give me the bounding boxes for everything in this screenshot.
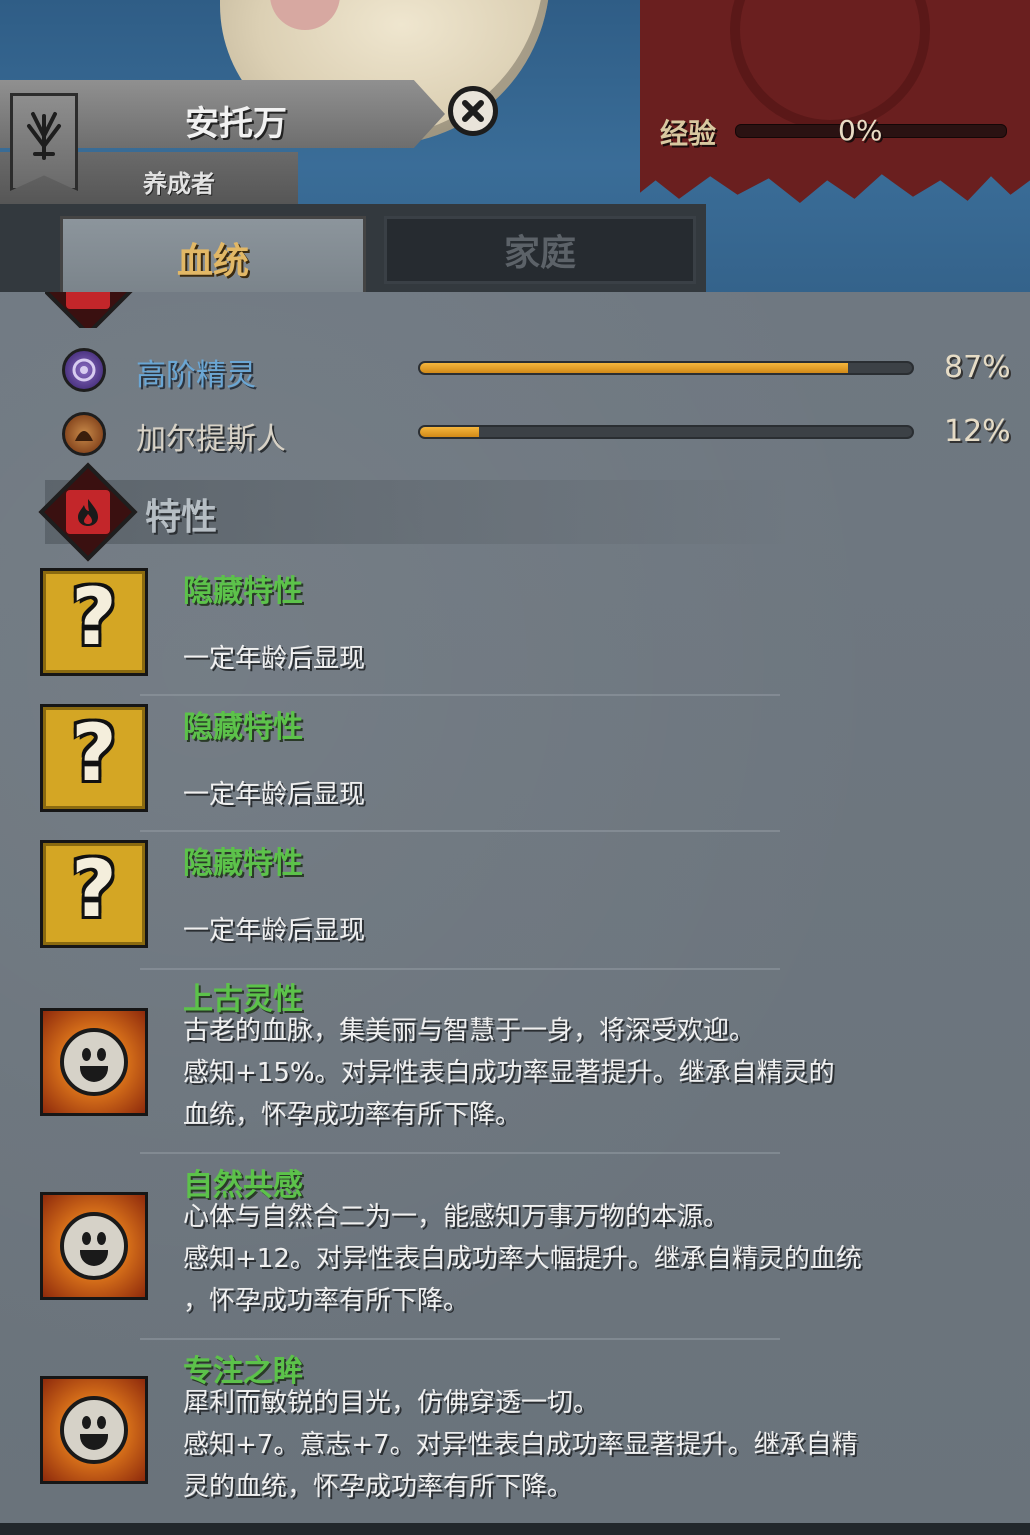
trait-name: 隐藏特性 [183, 710, 303, 745]
race-progress-fill [420, 427, 480, 437]
race-row: 高阶精灵 87% [60, 344, 1020, 398]
high-elf-icon [62, 348, 106, 392]
traits-section-header: 特性 [38, 462, 785, 562]
race-progress-bar [418, 425, 914, 439]
tree-sigil-icon [27, 112, 61, 160]
experience-banner: 经验 0% [640, 0, 1030, 203]
question-mark-icon: ? [40, 704, 148, 812]
smiley-sun-icon [40, 1008, 148, 1116]
trait-description: 一定年龄后显现 [183, 644, 366, 674]
race-progress-fill [420, 363, 849, 373]
question-mark-icon: ? [40, 840, 148, 948]
question-mark-icon: ? [40, 568, 148, 676]
celtic-knot-emblem [730, 0, 930, 130]
close-icon [462, 100, 484, 122]
experience-value: 0% [838, 114, 883, 147]
trait-divider [140, 830, 780, 832]
bloodline-emblem-icon [45, 292, 138, 328]
trait-description: 古老的血脉，集美丽与智慧于一身，将深受欢迎。 感知+15%。对异性表白成功率显著… [183, 1016, 835, 1130]
tab-bloodline[interactable]: 血统 [60, 216, 366, 296]
race-name: 高阶精灵 [136, 358, 256, 393]
bloodline-section-header [45, 292, 145, 328]
tab-family[interactable]: 家庭 [384, 216, 696, 284]
trait-divider [140, 1338, 780, 1340]
trait-description: 犀利而敏锐的目光，仿佛穿透一切。 感知+7。意志+7。对异性表白成功率显著提升。… [183, 1388, 858, 1502]
trait-divider [140, 1152, 780, 1154]
trait-description: 一定年龄后显现 [183, 916, 366, 946]
trait-name: 隐藏特性 [183, 574, 303, 609]
character-name: 安托万 [185, 104, 287, 144]
tab-bar: 血统 家庭 [0, 204, 706, 296]
bloodline-panel: 高阶精灵 87% 加尔提斯人 12% 特性 ? 隐藏特性 一定年龄后显现 ? 隐… [0, 292, 1030, 1535]
trait-name: 隐藏特性 [183, 846, 303, 881]
trait-description: 心体与自然合二为一，能感知万事万物的本源。 感知+12。对异性表白成功率大幅提升… [183, 1202, 862, 1316]
race-percent: 12% [944, 414, 1011, 449]
race-row: 加尔提斯人 12% [60, 408, 1020, 462]
close-button[interactable] [448, 86, 498, 136]
panel-bottom-border [0, 1523, 1030, 1535]
race-name: 加尔提斯人 [136, 422, 286, 457]
flame-emblem-icon [38, 462, 138, 562]
race-progress-bar [418, 361, 914, 375]
trait-divider [140, 968, 780, 970]
trait-description: 一定年龄后显现 [183, 780, 366, 810]
experience-label: 经验 [660, 117, 717, 150]
trait-divider [140, 694, 780, 696]
race-percent: 87% [944, 350, 1011, 385]
galtis-icon [62, 412, 106, 456]
character-title: 养成者 [143, 170, 215, 198]
traits-section-title: 特性 [145, 497, 218, 538]
smiley-sun-icon [40, 1192, 148, 1300]
smiley-sun-icon [40, 1376, 148, 1484]
